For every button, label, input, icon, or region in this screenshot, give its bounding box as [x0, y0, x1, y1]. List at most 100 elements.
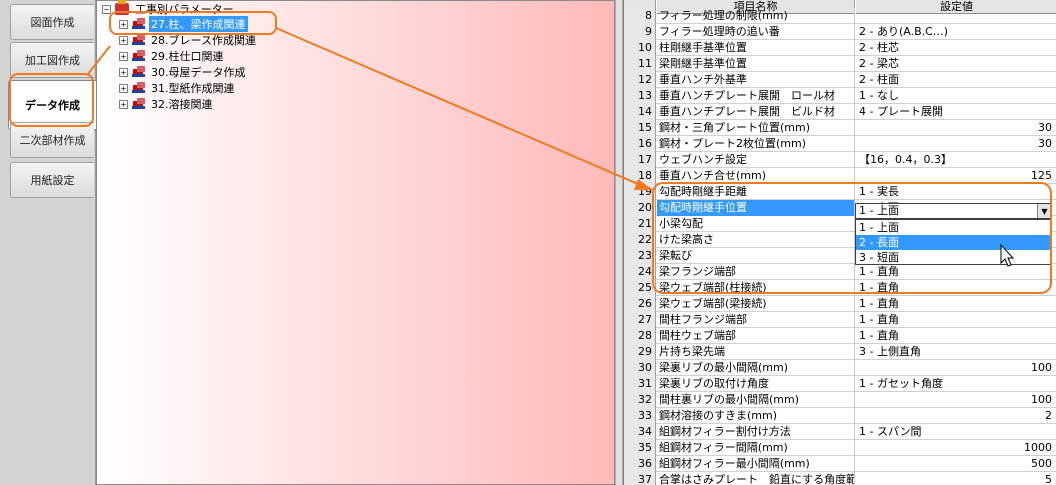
tree-item[interactable]: +32.溶接関連 — [119, 96, 215, 112]
table-row[interactable]: 11 梁剛継手基準位置 2 - 梁芯 — [624, 56, 1056, 72]
row-setting-value[interactable]: 1 - 直角 — [856, 312, 1055, 328]
expand-icon[interactable]: + — [119, 99, 128, 109]
dropdown-option[interactable]: 2 - 長面 — [856, 235, 1051, 250]
table-row[interactable]: 29 片持ち梁先端 3 - 上側直角 — [624, 344, 1056, 360]
table-row[interactable]: 12 垂直ハンチ外基準 2 - 柱面 — [624, 72, 1056, 88]
row-item-name[interactable]: 垂直ハンチプレート展開 ビルド材 — [657, 104, 855, 120]
table-row[interactable]: 19 勾配時剛継手距離 1 - 実長 — [624, 184, 1056, 200]
row-setting-value[interactable]: 2 - あり(A.B.C…) — [856, 24, 1055, 40]
row-setting-value[interactable]: 1 - 直角 — [856, 264, 1055, 280]
expand-icon[interactable]: + — [119, 35, 128, 45]
table-row[interactable]: 28 間柱ウェブ端部 1 - 直角 — [624, 328, 1056, 344]
row-item-name[interactable]: 鋼材溶接のすきま(mm) — [657, 408, 855, 424]
row-item-name[interactable]: 組鋼材フィラー間隔(mm) — [657, 440, 855, 456]
row-item-name[interactable]: 間柱フランジ端部 — [657, 312, 855, 328]
row-item-name[interactable]: 梁フランジ端部 — [657, 264, 855, 280]
row-item-name[interactable]: 梁裏リブの最小間隔(mm) — [657, 360, 855, 376]
table-row[interactable]: 14 垂直ハンチプレート展開 ビルド材 4 - プレート展開 — [624, 104, 1056, 120]
row-item-name[interactable]: 小梁勾配 — [657, 216, 855, 232]
table-row[interactable]: 34 組鋼材フィラー割付け方法 1 - スパン間 — [624, 424, 1056, 440]
expand-icon[interactable]: + — [119, 83, 128, 93]
row-item-name[interactable]: 梁裏リブの取付け角度 — [657, 376, 855, 392]
tab-paper-settings[interactable]: 用紙設定 — [10, 162, 94, 198]
row-item-name[interactable]: 勾配時剛継手位置 — [657, 200, 855, 216]
tree-item[interactable]: +31.型紙作成関連 — [119, 80, 237, 96]
table-row[interactable]: 35 組鋼材フィラー間隔(mm) 1000 — [624, 440, 1056, 456]
table-row[interactable]: 17 ウェブハンチ設定 【16，0.4，0.3】 — [624, 152, 1056, 168]
row-setting-value[interactable]: 2 - 梁芯 — [856, 56, 1055, 72]
tree-item[interactable]: +29.柱仕口関連 — [119, 48, 226, 64]
tab-secondary-member[interactable]: 二次部材作成 — [10, 122, 94, 158]
expand-icon[interactable]: + — [119, 19, 128, 29]
table-row[interactable]: 9 フィラー処理時の追い番 2 - あり(A.B.C…) — [624, 24, 1056, 40]
row-setting-value[interactable]: 5 — [856, 472, 1055, 485]
row-item-name[interactable]: 鋼材・三角プレート位置(mm) — [657, 120, 855, 136]
table-row[interactable]: 13 垂直ハンチプレート展開 ロール材 1 - なし — [624, 88, 1056, 104]
table-row[interactable]: 31 梁裏リブの取付け角度 1 - ガセット角度 — [624, 376, 1056, 392]
row-item-name[interactable]: 鋼材・プレート2枚位置(mm) — [657, 136, 855, 152]
row-item-name[interactable]: 組鋼材フィラー割付け方法 — [657, 424, 855, 440]
table-row[interactable]: 36 組鋼材フィラー最小間隔(mm) 500 — [624, 456, 1056, 472]
row-item-name[interactable]: 勾配時剛継手距離 — [657, 184, 855, 200]
row-setting-value[interactable]: 1 - 直角 — [856, 280, 1055, 296]
expand-icon[interactable]: + — [119, 51, 128, 61]
row-setting-value[interactable]: 500 — [856, 456, 1055, 472]
table-row[interactable]: 8 フィラー処理の制限(mm) — [624, 8, 1056, 24]
row-setting-value[interactable]: 30 — [856, 136, 1055, 152]
row-setting-value[interactable]: 125 — [856, 168, 1055, 184]
row-setting-value[interactable]: 100 — [856, 392, 1055, 408]
table-row[interactable]: 32 間柱裏リブの最小間隔(mm) 100 — [624, 392, 1056, 408]
tab-drawing-creation[interactable]: 図面作成 — [10, 4, 94, 40]
table-row[interactable]: 27 間柱フランジ端部 1 - 直角 — [624, 312, 1056, 328]
tree-item[interactable]: +27.柱、梁作成関連 — [119, 16, 248, 32]
row-item-name[interactable]: 垂直ハンチ合せ(mm) — [657, 168, 855, 184]
row-item-name[interactable]: フィラー処理の制限(mm) — [657, 8, 855, 24]
panel-splitter[interactable] — [615, 0, 623, 485]
row-setting-value[interactable] — [856, 8, 1055, 24]
tab-fabrication-drawing[interactable]: 加工図作成 — [10, 42, 94, 78]
tree-item[interactable]: +28.ブレース作成関連 — [119, 32, 258, 48]
table-row[interactable]: 15 鋼材・三角プレート位置(mm) 30 — [624, 120, 1056, 136]
chevron-down-icon[interactable]: ▼ — [1037, 204, 1051, 218]
collapse-icon[interactable]: − — [102, 4, 111, 14]
dropdown-option[interactable]: 1 - 上面 — [856, 220, 1051, 235]
row-item-name[interactable]: 間柱ウェブ端部 — [657, 328, 855, 344]
row-setting-value[interactable]: 1 - 直角 — [856, 296, 1055, 312]
row-item-name[interactable]: けた梁高さ — [657, 232, 855, 248]
table-row[interactable]: 33 鋼材溶接のすきま(mm) 2 — [624, 408, 1056, 424]
table-row[interactable]: 30 梁裏リブの最小間隔(mm) 100 — [624, 360, 1056, 376]
row-setting-value[interactable]: 1 - ガセット角度 — [856, 376, 1055, 392]
row-item-name[interactable]: フィラー処理時の追い番 — [657, 24, 855, 40]
row-item-name[interactable]: ウェブハンチ設定 — [657, 152, 855, 168]
table-row[interactable]: 25 梁ウェブ端部(柱接続) 1 - 直角 — [624, 280, 1056, 296]
table-row[interactable]: 24 梁フランジ端部 1 - 直角 — [624, 264, 1056, 280]
setting-combo-box[interactable]: 1 - 上面 ▼ — [855, 203, 1052, 219]
row-item-name[interactable]: 梁転び — [657, 248, 855, 264]
row-setting-value[interactable]: 1000 — [856, 440, 1055, 456]
row-setting-value[interactable]: 3 - 上側直角 — [856, 344, 1055, 360]
table-row[interactable]: 37 合掌はさみプレート 鉛直にする角度範囲 5 — [624, 472, 1056, 485]
row-item-name[interactable]: 合掌はさみプレート 鉛直にする角度範囲 — [657, 472, 855, 485]
row-item-name[interactable]: 間柱裏リブの最小間隔(mm) — [657, 392, 855, 408]
row-item-name[interactable]: 梁ウェブ端部(梁接続) — [657, 296, 855, 312]
row-setting-value[interactable]: 2 - 柱面 — [856, 72, 1055, 88]
row-setting-value[interactable]: 2 — [856, 408, 1055, 424]
row-setting-value[interactable]: 1 - 直角 — [856, 328, 1055, 344]
dropdown-option[interactable]: 3 - 短面 — [856, 250, 1051, 265]
expand-icon[interactable]: + — [119, 67, 128, 77]
row-item-name[interactable]: 梁剛継手基準位置 — [657, 56, 855, 72]
row-setting-value[interactable]: 【16，0.4，0.3】 — [856, 152, 1055, 168]
table-row[interactable]: 18 垂直ハンチ合せ(mm) 125 — [624, 168, 1056, 184]
tree-root[interactable]: − 工事別パラメーター — [102, 0, 236, 17]
row-item-name[interactable]: 片持ち梁先端 — [657, 344, 855, 360]
row-item-name[interactable]: 組鋼材フィラー最小間隔(mm) — [657, 456, 855, 472]
row-setting-value[interactable]: 30 — [856, 120, 1055, 136]
row-setting-value[interactable]: 1 - なし — [856, 88, 1055, 104]
row-setting-value[interactable]: 1 - スパン間 — [856, 424, 1055, 440]
table-row[interactable]: 26 梁ウェブ端部(梁接続) 1 - 直角 — [624, 296, 1056, 312]
row-item-name[interactable]: 垂直ハンチ外基準 — [657, 72, 855, 88]
row-item-name[interactable]: 垂直ハンチプレート展開 ロール材 — [657, 88, 855, 104]
tree-item[interactable]: +30.母屋データ作成 — [119, 64, 248, 80]
row-setting-value[interactable]: 2 - 柱芯 — [856, 40, 1055, 56]
table-row[interactable]: 10 柱剛継手基準位置 2 - 柱芯 — [624, 40, 1056, 56]
